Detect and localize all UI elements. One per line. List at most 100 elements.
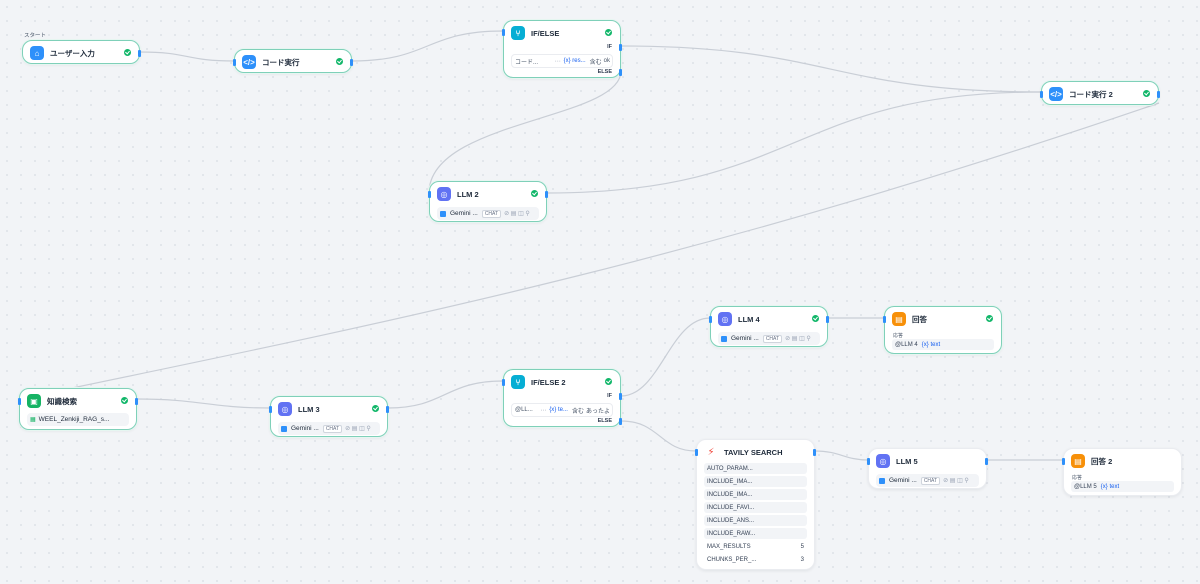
dataset-name: WEEL_Zenkiji_RAG_s... xyxy=(38,416,110,423)
else-handle[interactable] xyxy=(619,418,622,425)
answer-sub-label: 応答 xyxy=(893,333,904,339)
condition-value: {x} res... xyxy=(563,58,586,64)
output-handle[interactable] xyxy=(826,316,829,323)
edge-user-input-to-code xyxy=(139,51,235,62)
check-circle-icon xyxy=(336,58,343,65)
node-llm-5[interactable]: ◎ LLM 5 Gemini ... CHAT ⊘ ▤ ◫ ⚲ xyxy=(867,448,988,489)
param-row: INCLUDE_IMA... xyxy=(704,489,807,500)
input-handle[interactable] xyxy=(867,458,870,465)
answer-sub-label: 応答 xyxy=(1072,475,1083,481)
answer-ref-var: {x} text xyxy=(921,341,941,348)
model-selector[interactable]: Gemini ... CHAT ⊘ ▤ ◫ ⚲ xyxy=(278,422,380,435)
node-ifelse[interactable]: ⑂ IF/ELSE IF コード... ⋯ {x} res... 含む ok E… xyxy=(502,20,622,78)
mode-chip: CHAT xyxy=(481,209,502,218)
condition-rhs: ok xyxy=(603,58,610,64)
if-handle[interactable] xyxy=(619,44,622,51)
answer-ref[interactable]: @LLM 5 {x} text xyxy=(1071,481,1174,492)
edge-knowledge-to-llm3 xyxy=(136,398,271,409)
input-handle[interactable] xyxy=(695,449,698,456)
param-value: 5 xyxy=(800,543,804,550)
output-handle[interactable] xyxy=(985,458,988,465)
llm-brain-icon: ◎ xyxy=(437,187,451,201)
node-llm-2[interactable]: ◎ LLM 2 Gemini ... CHAT ⊘ ▤ ◫ ⚲ xyxy=(428,181,548,222)
node-title: ユーザー入力 xyxy=(50,48,95,58)
node-title: コード実行 2 xyxy=(1069,89,1113,99)
model-selector[interactable]: Gemini ... CHAT ⊘ ▤ ◫ ⚲ xyxy=(718,332,820,345)
input-handle[interactable] xyxy=(1040,91,1043,98)
param-name: MAX_RESULTS xyxy=(707,543,751,550)
dataset-icon: ▦ xyxy=(30,417,36,423)
input-handle[interactable] xyxy=(502,29,505,36)
output-handle[interactable] xyxy=(386,406,389,413)
node-answer[interactable]: ▤ 回答 応答 @LLM 4 {x} text xyxy=(883,306,1002,354)
answer-ref-var: {x} text xyxy=(1100,483,1120,490)
input-handle[interactable] xyxy=(709,316,712,323)
check-circle-icon xyxy=(986,315,993,322)
input-handle[interactable] xyxy=(1062,458,1065,465)
node-code-2[interactable]: </> コード実行 2 xyxy=(1040,81,1160,105)
node-title: LLM 2 xyxy=(457,189,479,199)
node-title: LLM 4 xyxy=(738,314,760,324)
edge-llm2-to-code2 xyxy=(546,91,1042,194)
else-label: ELSE xyxy=(597,69,612,75)
output-handle[interactable] xyxy=(813,449,816,456)
node-title: 回答 xyxy=(912,314,927,324)
param-row: INCLUDE_FAVI... xyxy=(704,502,807,513)
llm-brain-icon: ◎ xyxy=(278,402,292,416)
model-name: Gemini ... xyxy=(889,477,917,484)
llm-brain-icon: ◎ xyxy=(876,454,890,468)
node-title: 回答 2 xyxy=(1091,456,1113,466)
edge-llm3-to-ifelse2 xyxy=(387,380,504,409)
output-handle[interactable] xyxy=(1157,91,1160,98)
model-selector[interactable]: Gemini ... CHAT ⊘ ▤ ◫ ⚲ xyxy=(876,474,979,487)
output-handle[interactable] xyxy=(138,50,141,57)
param-name: INCLUDE_FAVI... xyxy=(707,504,755,511)
feature-icons: ⊘ ▤ ◫ ⚲ xyxy=(785,336,811,342)
if-handle[interactable] xyxy=(619,393,622,400)
condition-row[interactable]: @LL... ⋯ {x} te... 含む あったよ xyxy=(511,403,613,417)
answer-icon: ▤ xyxy=(892,312,906,326)
node-title: 知識検索 xyxy=(47,396,77,406)
model-name: Gemini ... xyxy=(731,335,759,342)
input-handle[interactable] xyxy=(883,316,886,323)
gemini-icon xyxy=(440,210,446,217)
mode-chip: CHAT xyxy=(322,424,343,433)
node-ifelse-2[interactable]: ⑂ IF/ELSE 2 IF @LL... ⋯ {x} te... 含む あった… xyxy=(502,369,622,427)
param-name: INCLUDE_ANS... xyxy=(707,517,755,524)
model-selector[interactable]: Gemini ... CHAT ⊘ ▤ ◫ ⚲ xyxy=(437,207,539,220)
condition-operator: 含む xyxy=(589,59,602,66)
condition-row[interactable]: コード... ⋯ {x} res... 含む ok xyxy=(511,54,613,68)
else-handle[interactable] xyxy=(619,69,622,76)
node-llm-3[interactable]: ◎ LLM 3 Gemini ... CHAT ⊘ ▤ ◫ ⚲ xyxy=(269,396,389,437)
branch-icon: ⑂ xyxy=(511,375,525,389)
node-llm-4[interactable]: ◎ LLM 4 Gemini ... CHAT ⊘ ▤ ◫ ⚲ xyxy=(709,306,829,347)
node-code[interactable]: </> コード実行 xyxy=(233,49,353,73)
check-circle-icon xyxy=(812,315,819,322)
condition-operator: 含む xyxy=(571,408,584,415)
input-handle[interactable] xyxy=(428,191,431,198)
check-circle-icon xyxy=(605,29,612,36)
output-handle[interactable] xyxy=(350,59,353,66)
input-handle[interactable] xyxy=(18,398,21,405)
node-user-input[interactable]: ⌂ ユーザー入力 xyxy=(22,40,141,64)
dataset-item[interactable]: ▦ WEEL_Zenkiji_RAG_s... xyxy=(27,413,129,426)
output-handle[interactable] xyxy=(545,191,548,198)
condition-separator: ⋯ xyxy=(540,407,547,414)
model-name: Gemini ... xyxy=(291,425,319,432)
condition-rhs: あったよ xyxy=(585,408,610,415)
output-handle[interactable] xyxy=(135,398,138,405)
param-name: AUTO_PARAM... xyxy=(707,465,753,472)
if-label: IF xyxy=(607,393,612,399)
input-handle[interactable] xyxy=(502,379,505,386)
input-handle[interactable] xyxy=(269,406,272,413)
mode-chip: CHAT xyxy=(762,334,783,343)
answer-ref[interactable]: @LLM 4 {x} text xyxy=(892,339,994,350)
node-title: IF/ELSE xyxy=(531,28,560,38)
node-answer-2[interactable]: ▤ 回答 2 応答 @LLM 5 {x} text xyxy=(1062,448,1182,496)
input-handle[interactable] xyxy=(233,59,236,66)
node-tavily-search[interactable]: ⚡ TAVILY SEARCH AUTO_PARAM... INCLUDE_IM… xyxy=(695,439,816,570)
node-knowledge-retrieval[interactable]: ▣ 知識検索 ▦ WEEL_Zenkiji_RAG_s... xyxy=(18,388,138,430)
param-row: INCLUDE_ANS... xyxy=(704,515,807,526)
condition-variable: コード... xyxy=(515,59,539,66)
gemini-icon xyxy=(281,425,287,432)
